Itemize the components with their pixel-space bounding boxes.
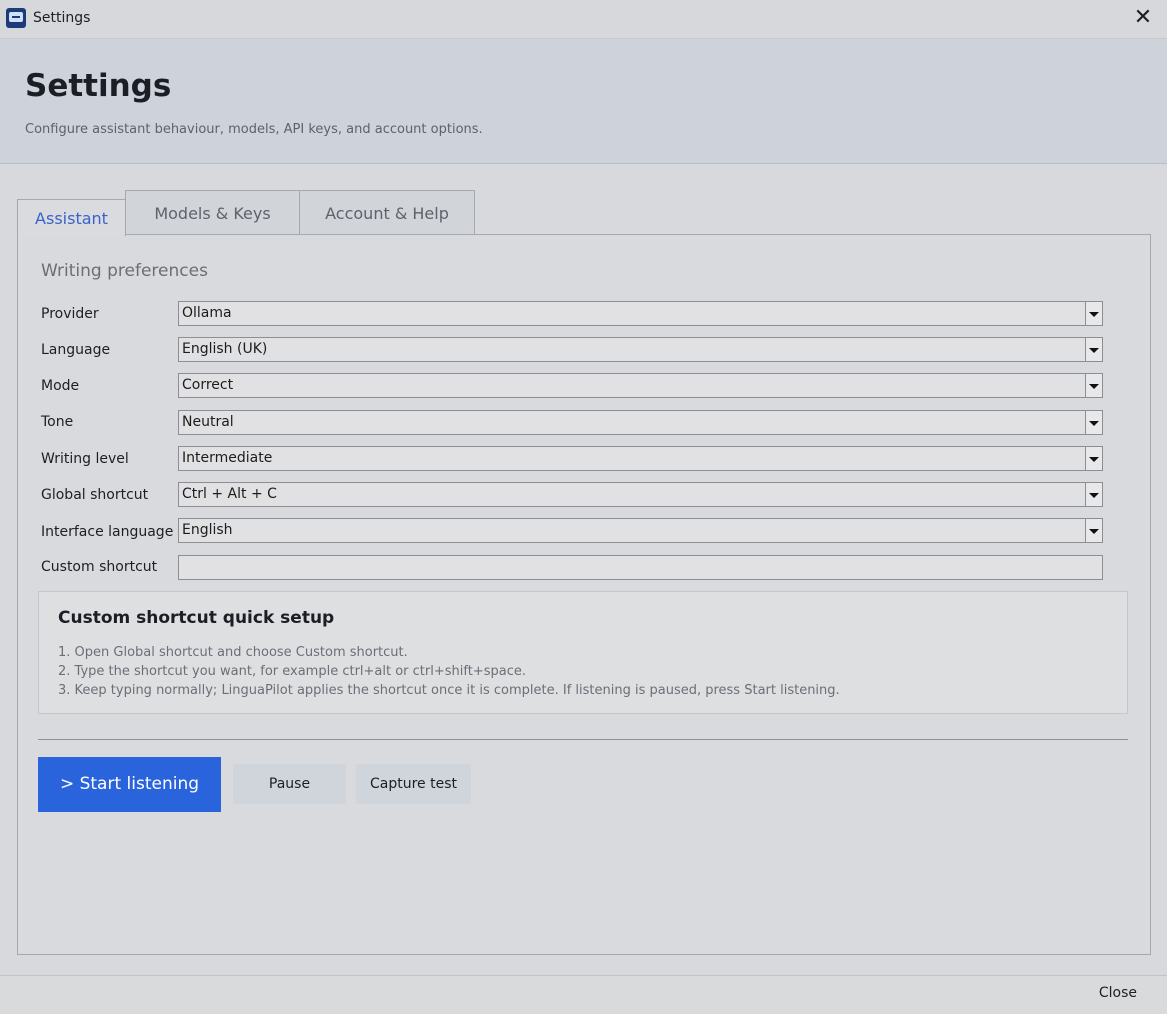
provider-value: Ollama	[182, 305, 232, 321]
section-title: Writing preferences	[41, 261, 208, 281]
interface-language-select[interactable]: English	[178, 518, 1103, 543]
start-listening-button[interactable]: > Start listening	[38, 757, 221, 812]
pause-button[interactable]: Pause	[233, 764, 346, 804]
tone-value: Neutral	[182, 414, 234, 430]
app-window-icon	[6, 8, 26, 28]
language-label: Language	[41, 342, 111, 358]
global-shortcut-value: Ctrl + Alt + C	[182, 486, 277, 502]
quick-setup-step-1: 1. Open Global shortcut and choose Custo…	[58, 645, 408, 660]
chevron-down-icon[interactable]	[1085, 374, 1102, 397]
window-close-icon[interactable]: ✕	[1131, 5, 1155, 31]
window-title: Settings	[33, 10, 91, 26]
writing-level-label: Writing level	[41, 451, 129, 467]
writing-level-select[interactable]: Intermediate	[178, 446, 1103, 471]
chevron-down-icon[interactable]	[1085, 302, 1102, 325]
chevron-down-icon[interactable]	[1085, 411, 1102, 434]
quick-setup-step-3: 3. Keep typing normally; LinguaPilot app…	[58, 683, 840, 698]
tab-models-keys[interactable]: Models & Keys	[125, 190, 300, 234]
quick-setup-title: Custom shortcut quick setup	[58, 608, 335, 628]
interface-language-label: Interface language	[41, 524, 174, 540]
custom-shortcut-label: Custom shortcut	[41, 559, 158, 575]
global-shortcut-select[interactable]: Ctrl + Alt + C	[178, 482, 1103, 507]
window-titlebar: Settings ✕	[0, 0, 1167, 39]
provider-label: Provider	[41, 306, 99, 322]
page-header	[0, 39, 1167, 164]
chevron-down-icon[interactable]	[1085, 338, 1102, 361]
mode-select[interactable]: Correct	[178, 373, 1103, 398]
tab-assistant[interactable]: Assistant	[17, 199, 126, 236]
chevron-down-icon[interactable]	[1085, 447, 1102, 470]
close-button[interactable]: Close	[1099, 985, 1137, 1001]
language-select[interactable]: English (UK)	[178, 337, 1103, 362]
divider	[38, 739, 1128, 740]
mode-value: Correct	[182, 377, 234, 393]
tone-select[interactable]: Neutral	[178, 410, 1103, 435]
global-shortcut-label: Global shortcut	[41, 487, 149, 503]
writing-level-value: Intermediate	[182, 450, 273, 466]
chevron-down-icon[interactable]	[1085, 519, 1102, 542]
interface-language-value: English	[182, 522, 233, 538]
language-value: English (UK)	[182, 341, 268, 357]
tone-label: Tone	[41, 414, 74, 430]
provider-select[interactable]: Ollama	[178, 301, 1103, 326]
mode-label: Mode	[41, 378, 80, 394]
window-footer	[0, 975, 1167, 1014]
page-title: Settings	[25, 68, 172, 104]
capture-test-button[interactable]: Capture test	[356, 764, 471, 804]
custom-shortcut-input[interactable]	[178, 555, 1103, 580]
tab-account-help[interactable]: Account & Help	[299, 190, 475, 234]
page-subtitle: Configure assistant behaviour, models, A…	[25, 122, 483, 137]
chevron-down-icon[interactable]	[1085, 483, 1102, 506]
quick-setup-step-2: 2. Type the shortcut you want, for examp…	[58, 664, 526, 679]
